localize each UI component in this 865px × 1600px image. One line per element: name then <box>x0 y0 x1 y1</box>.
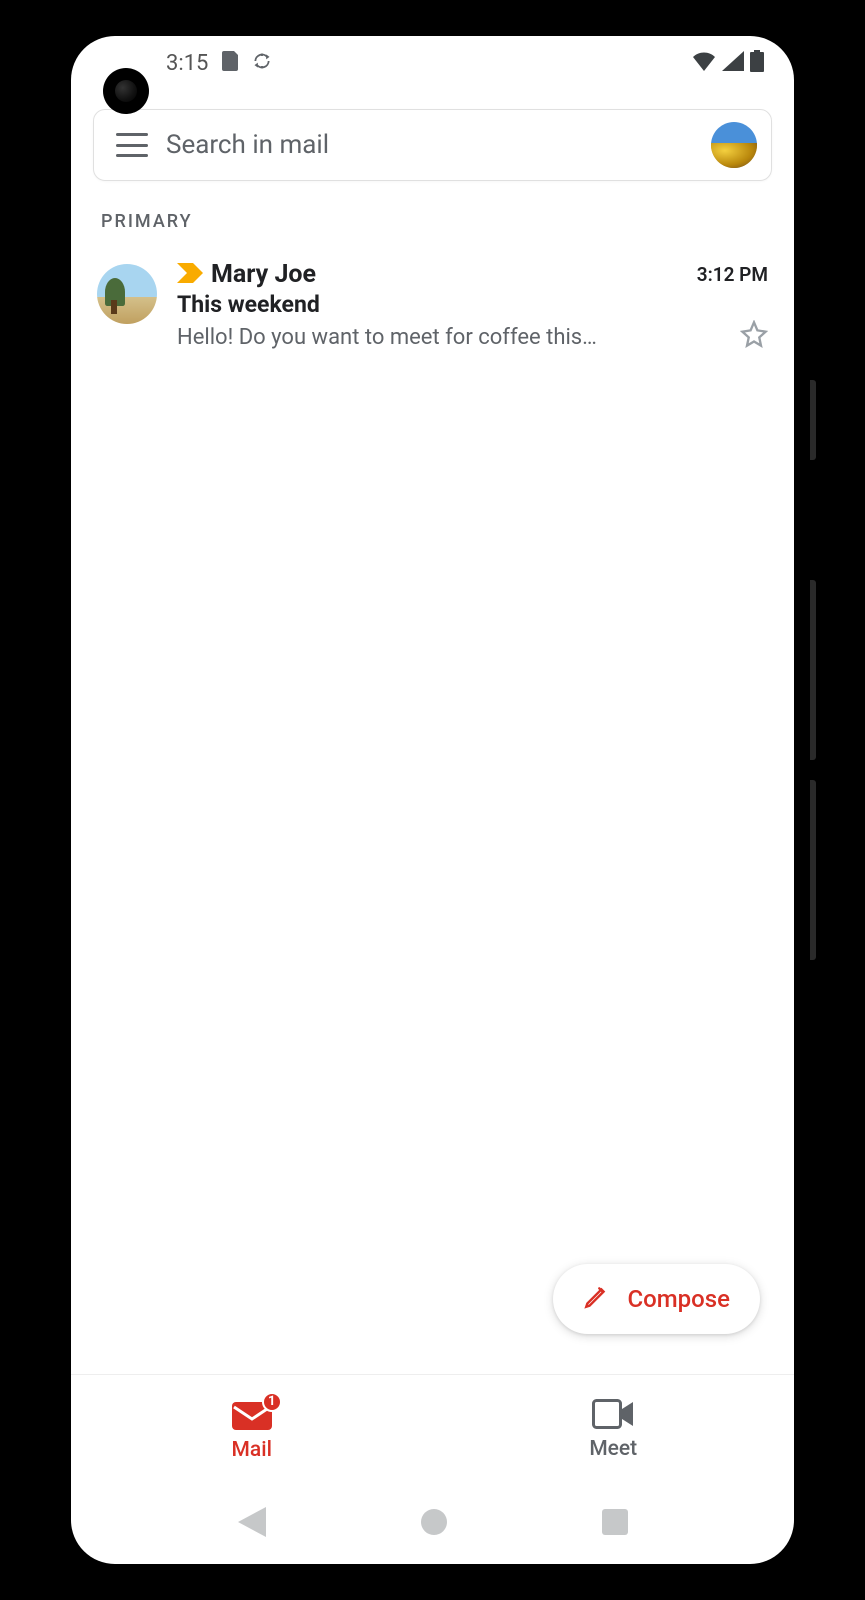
video-icon <box>592 1399 634 1433</box>
sd-card-icon <box>222 51 238 77</box>
compose-label: Compose <box>627 1285 730 1313</box>
email-row[interactable]: Mary Joe 3:12 PM This weekend Hello! Do … <box>71 250 794 365</box>
email-subject: This weekend <box>177 291 768 318</box>
home-icon[interactable] <box>419 1507 449 1541</box>
system-nav <box>71 1484 794 1564</box>
power-button <box>810 380 816 460</box>
volume-up-button <box>810 580 816 760</box>
star-icon[interactable] <box>740 320 768 355</box>
battery-icon <box>750 50 764 78</box>
menu-icon[interactable] <box>116 133 148 157</box>
account-avatar[interactable] <box>711 122 757 168</box>
back-icon[interactable] <box>238 1507 266 1541</box>
front-camera <box>103 68 149 114</box>
cellular-icon <box>722 51 744 77</box>
tab-mail[interactable]: 1 Mail <box>71 1375 433 1484</box>
overview-icon[interactable] <box>602 1509 628 1539</box>
screen: 3:15 <box>71 36 794 1564</box>
status-bar: 3:15 <box>71 36 794 91</box>
volume-down-button <box>810 780 816 960</box>
sender-name: Mary Joe <box>211 260 316 289</box>
mail-badge: 1 <box>262 1392 282 1412</box>
pencil-icon <box>583 1284 609 1314</box>
status-time: 3:15 <box>166 51 208 76</box>
bottom-nav: 1 Mail Meet <box>71 1374 794 1484</box>
tab-meet[interactable]: Meet <box>433 1375 795 1484</box>
search-input[interactable]: Search in mail <box>166 130 711 160</box>
phone-frame: 3:15 <box>55 20 810 1580</box>
mail-icon <box>232 1415 272 1434</box>
importance-icon[interactable] <box>177 261 203 289</box>
tab-meet-label: Meet <box>589 1437 637 1461</box>
email-time: 3:12 PM <box>697 263 768 286</box>
email-preview: Hello! Do you want to meet for coffee th… <box>177 325 730 350</box>
tab-mail-label: Mail <box>232 1438 272 1462</box>
sync-icon <box>252 51 272 77</box>
wifi-icon <box>692 51 716 77</box>
search-bar[interactable]: Search in mail <box>93 109 772 181</box>
sender-avatar[interactable] <box>97 264 157 324</box>
section-header: PRIMARY <box>71 181 794 250</box>
compose-button[interactable]: Compose <box>553 1264 760 1334</box>
